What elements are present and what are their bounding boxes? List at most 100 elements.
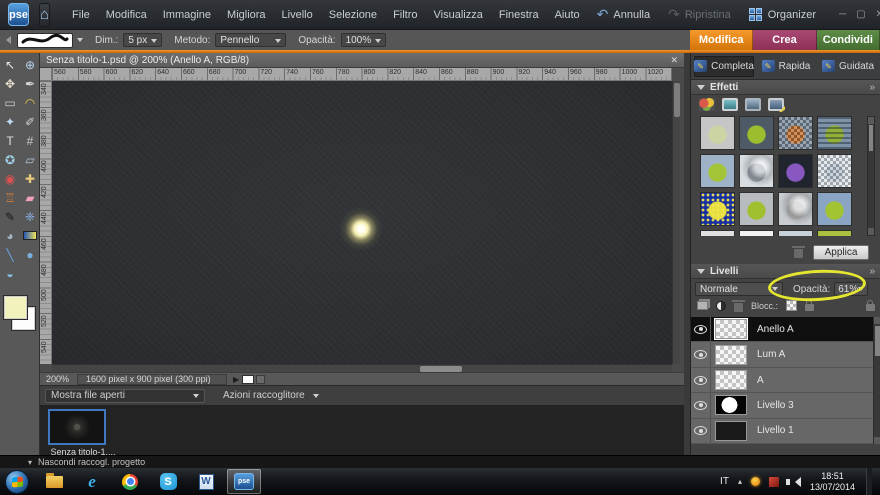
foreground-color-swatch[interactable] [3,295,28,320]
trash-icon[interactable] [794,249,803,258]
panel-collapse-icon[interactable]: » [869,82,875,93]
photo-effects-category-icon[interactable] [745,98,761,111]
visibility-toggle[interactable] [691,419,711,443]
apply-button[interactable]: Applica [813,245,869,260]
layer-styles-category-icon[interactable] [722,98,738,111]
blur-tool[interactable]: ● [21,245,39,264]
minimize-button[interactable]: ─ [839,9,846,20]
start-button[interactable] [5,470,29,494]
effect-thumbnail[interactable] [817,116,852,150]
sponge-tool[interactable]: ◒ [1,264,19,283]
brush-stroke-preview[interactable] [17,33,73,48]
healing-brush-tool[interactable]: ✚ [21,169,39,188]
layer-row[interactable]: Lum A [691,342,873,367]
tab-rapida[interactable]: ✎ Rapida [756,56,816,77]
skype-taskbar-button[interactable]: S [151,469,185,494]
menu-migliora[interactable]: Migliora [219,0,274,30]
vertical-scrollbar[interactable] [672,81,680,364]
open-file-thumbnail[interactable] [48,409,106,445]
tool-opacity-select[interactable]: 100% [341,33,387,47]
effects-scrollbar[interactable] [867,116,875,236]
tab-condividi[interactable]: Condividi [817,30,880,50]
scrollbar-thumb[interactable] [869,125,873,151]
gradient-tool[interactable] [21,226,39,245]
redo-button[interactable]: ↷ Ripristina [659,6,740,23]
layer-row[interactable]: A [691,368,873,393]
clock[interactable]: 18:51 13/07/2014 [810,471,855,493]
language-indicator[interactable]: IT [720,476,729,487]
effect-thumbnail[interactable] [778,154,813,188]
home-button[interactable]: ⌂ [39,3,50,27]
close-button[interactable]: ✕ [876,9,880,20]
scroll-down-icon[interactable] [874,437,880,444]
effects-header[interactable]: Effetti » [691,80,880,95]
effect-thumbnail[interactable] [778,192,813,226]
bin-toggle-bar[interactable]: ▾ Nascondi raccogl. progetto [0,455,880,468]
menu-file[interactable]: File [64,0,98,30]
scroll-down-icon[interactable] [868,228,874,235]
tray-app-icon[interactable] [751,477,760,486]
ie-taskbar-button[interactable]: e [75,469,109,494]
menu-filtro[interactable]: Filtro [385,0,425,30]
tab-guidata[interactable]: ✎ Guidata [818,56,878,77]
effect-thumbnail-partial[interactable] [739,230,774,236]
pse-taskbar-button[interactable]: pse [227,469,261,494]
maximize-button[interactable]: ▢ [856,9,865,20]
tray-alert-icon[interactable] [769,477,779,487]
link-layers-icon[interactable] [866,304,875,311]
menu-aiuto[interactable]: Aiuto [547,0,588,30]
marquee-tool[interactable]: ▭ [1,93,19,112]
bin-actions-menu[interactable]: Azioni raccoglitore [223,390,319,401]
brush-method-select[interactable]: Pennello [215,33,286,47]
layer-row[interactable]: Anello A [691,317,873,342]
effect-thumbnail[interactable] [778,116,813,150]
adjustment-layer-icon[interactable] [716,301,726,311]
paint-bucket-tool[interactable]: ◕ [1,226,19,245]
tab-modifica[interactable]: Modifica [690,30,753,50]
layers-scrollbar[interactable] [873,317,880,444]
effect-thumbnail-partial[interactable] [778,230,813,236]
scrollbar-thumb[interactable] [875,326,880,356]
crop-tool[interactable]: # [21,131,39,150]
horizontal-scrollbar[interactable] [52,364,672,372]
show-desktop-button[interactable] [866,468,872,495]
effect-thumbnail-partial[interactable] [700,230,735,236]
visibility-toggle[interactable] [691,317,711,341]
zoom-tool[interactable]: ⊕ [21,55,39,74]
eraser-tool[interactable]: ▰ [21,188,39,207]
document-size-info[interactable]: 1600 pixel x 900 pixel (300 ppi) [77,374,227,385]
zoom-level[interactable]: 200% [40,374,77,384]
document-title-bar[interactable]: Senza titolo-1.psd @ 200% (Anello A, RGB… [40,53,684,68]
explorer-taskbar-button[interactable] [37,469,71,494]
recompose-tool[interactable]: ▱ [21,150,39,169]
effect-thumbnail-partial[interactable] [817,230,852,236]
quick-selection-tool[interactable]: ✐ [21,112,39,131]
organizer-button[interactable]: Organizer [740,8,825,22]
lock-transparency-icon[interactable] [786,300,797,311]
tab-crea[interactable]: Crea [753,30,816,50]
status-play-icon[interactable]: ▶ [233,375,239,384]
new-layer-icon[interactable] [697,301,708,310]
undo-button[interactable]: ↶ Annulla [588,6,659,23]
effect-thumbnail[interactable] [700,116,735,150]
all-effects-category-icon[interactable] [768,98,784,111]
menu-finestra[interactable]: Finestra [491,0,547,30]
panel-collapse-icon[interactable]: » [869,266,875,277]
menu-immagine[interactable]: Immagine [155,0,219,30]
red-eye-tool[interactable]: ◉ [1,169,19,188]
type-tool[interactable]: T [1,131,19,150]
visibility-toggle[interactable] [691,393,711,417]
magic-wand-tool[interactable]: ✦ [1,112,19,131]
menu-visualizza[interactable]: Visualizza [426,0,491,30]
visibility-toggle[interactable] [691,368,711,392]
menu-modifica[interactable]: Modifica [98,0,155,30]
lock-all-icon[interactable] [805,304,814,311]
options-back-icon[interactable] [2,36,11,44]
move-tool[interactable]: ↖ [1,55,19,74]
effect-thumbnail[interactable] [700,192,735,226]
show-open-files-select[interactable]: Mostra file aperti [45,389,205,403]
scroll-up-icon[interactable] [868,117,874,124]
eyedropper-tool[interactable]: ✒ [21,74,39,93]
tray-expand-icon[interactable]: ▴ [738,477,742,486]
shape-tool[interactable]: ╲ [1,245,19,264]
